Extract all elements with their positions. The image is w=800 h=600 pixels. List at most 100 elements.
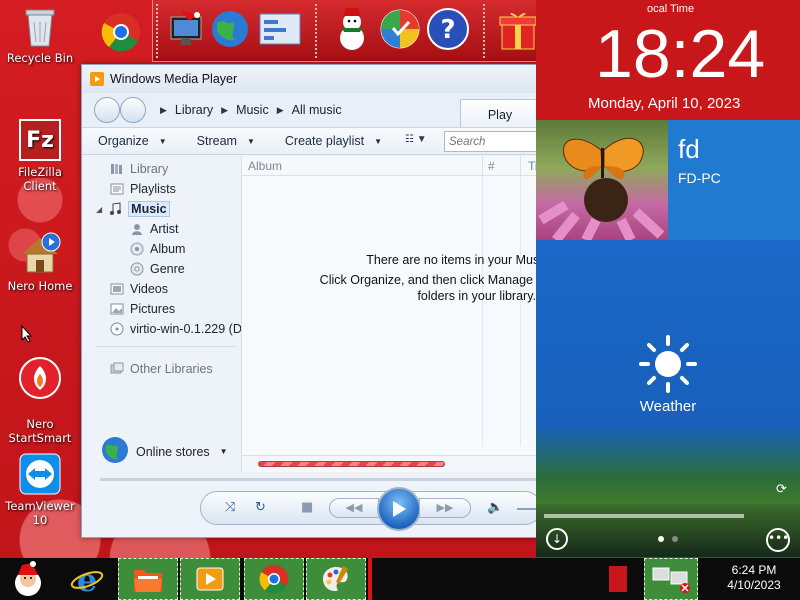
clock-time: 6:24 PM (731, 563, 777, 577)
search-input[interactable] (444, 131, 544, 152)
create-playlist-button[interactable]: Create playlist ▼ (269, 134, 396, 148)
taskbar-clock[interactable]: 6:24 PM 4/10/2023 (714, 563, 794, 593)
forward-button[interactable] (120, 97, 146, 123)
desktop-icon-nero-startsmart[interactable]: Nero StartSmart (1, 342, 79, 459)
organize-label: Organize (98, 134, 149, 148)
taskbar-separator (368, 558, 372, 600)
breadcrumb-library[interactable]: Library (175, 103, 213, 117)
play-icon (393, 501, 406, 517)
nav-item-videos[interactable]: Videos (110, 280, 168, 298)
desktop-icon-recycle-bin[interactable]: Recycle Bin (1, 4, 79, 65)
shuffle-icon[interactable]: ⤨ (225, 500, 235, 515)
nav-item-music[interactable]: ◢ Music (96, 200, 170, 218)
butterfly-image (538, 137, 665, 240)
start-button[interactable] (0, 558, 56, 600)
gift-icon[interactable] (495, 6, 541, 52)
desktop-icon-nero-home[interactable]: Nero Home (1, 232, 79, 293)
weather-tile[interactable]: Weather ⟳ (536, 240, 800, 504)
nav-label: Artist (150, 222, 179, 236)
user-tile[interactable]: fd FD-PC (668, 120, 800, 240)
back-button[interactable] (94, 97, 120, 123)
panel-scroll-indicator (544, 514, 744, 518)
breadcrumb-music[interactable]: Music (236, 103, 269, 117)
desktop-icon-teamviewer[interactable]: TeamViewer 10 (1, 452, 79, 527)
media-player-button[interactable] (180, 558, 240, 600)
snowman-icon[interactable] (329, 6, 375, 52)
teamviewer-icon (18, 452, 62, 496)
wmp-toolbar: Organize ▼ Stream ▼ Create playlist ▼ ☷ ▼ (82, 127, 544, 155)
breadcrumb-all-music[interactable]: All music (292, 103, 342, 117)
wmp-window: Windows Media Player ▶ Library ▶ Music ▶… (81, 64, 544, 538)
nav-item-other-libraries[interactable]: Other Libraries (110, 360, 213, 378)
svg-text:?: ? (440, 15, 455, 45)
nav-label: Pictures (130, 302, 176, 316)
tab-play[interactable]: Play (460, 99, 540, 129)
wmp-title-bar[interactable]: Windows Media Player (82, 65, 540, 93)
network-tray-button[interactable] (644, 558, 698, 600)
nav-item-device[interactable]: virtio-win-0.1.229 (D (110, 320, 242, 338)
control-panel-icon[interactable] (257, 6, 303, 52)
nav-item-album[interactable]: Album (130, 240, 185, 258)
santa-start-icon (15, 561, 41, 596)
windows-update-icon[interactable] (377, 6, 423, 52)
desktop-icon-label: TeamViewer 10 (5, 499, 75, 527)
download-icon[interactable]: ↓ (546, 528, 568, 550)
repeat-icon[interactable]: ↻ (255, 500, 266, 515)
internet-explorer-icon: e (70, 562, 104, 596)
view-options-button[interactable]: ☷ ▼ (405, 134, 427, 145)
nav-item-library[interactable]: Library (110, 160, 168, 178)
filezilla-icon: Fz (18, 118, 62, 162)
expand-arrow-icon: ◢ (96, 204, 103, 214)
nav-item-genre[interactable]: Genre (130, 260, 185, 278)
disc-icon (110, 322, 124, 336)
paint-button[interactable] (306, 558, 366, 600)
stream-label: Stream (196, 134, 237, 148)
genre-icon (130, 262, 144, 276)
organize-button[interactable]: Organize ▼ (82, 134, 181, 148)
recycle-bin-icon (18, 4, 62, 48)
dock-separator (483, 4, 485, 58)
nav-label: Music (128, 201, 170, 217)
page-dot[interactable] (672, 536, 678, 542)
column-line (482, 176, 483, 446)
play-button[interactable] (377, 487, 421, 531)
tray-item[interactable] (606, 558, 630, 600)
column-divider (482, 156, 483, 176)
nero-startsmart-icon (18, 356, 62, 400)
refresh-icon[interactable]: ⟳ (776, 482, 787, 497)
empty-message-line: There are no items in your Musi (366, 253, 542, 267)
stream-button[interactable]: Stream ▼ (181, 134, 269, 148)
more-options-icon[interactable]: ••• (766, 528, 790, 552)
desktop-icon-label: Recycle Bin (6, 51, 74, 65)
nav-label: Genre (150, 262, 185, 276)
seek-bar[interactable] (100, 478, 540, 481)
empty-library-message: There are no items in your Musi Click Or… (302, 252, 542, 304)
column-album[interactable]: Album (248, 159, 282, 173)
nav-item-playlists[interactable]: Playlists (110, 180, 176, 198)
playlist-icon (110, 182, 124, 196)
next-button[interactable]: ▶▶ (419, 498, 471, 518)
column-number[interactable]: # (488, 159, 495, 173)
file-explorer-button[interactable] (118, 558, 178, 600)
online-stores-button[interactable]: Online stores ▼ (100, 435, 228, 468)
previous-button[interactable]: ◀◀ (329, 498, 379, 518)
butterfly-photo-tile[interactable] (536, 120, 668, 240)
help-icon[interactable]: ? (425, 6, 471, 52)
wmp-body: Library Playlists ◢ Music Artist Album G… (82, 156, 542, 472)
globe-icon[interactable] (207, 6, 253, 52)
album-icon (130, 242, 144, 256)
video-icon (110, 282, 124, 296)
internet-explorer-button[interactable]: e (58, 558, 116, 600)
panel-bottom-bar: ↓ ••• (536, 504, 800, 557)
desktop-icon-chrome[interactable] (82, 10, 160, 57)
stop-icon[interactable]: ■ (301, 500, 313, 515)
christmas-computer-icon[interactable] (165, 6, 211, 52)
desktop-icon-label: Nero Home (7, 279, 73, 293)
progress-bar (258, 461, 445, 467)
desktop-icon-filezilla[interactable]: Fz FileZilla Client (1, 118, 79, 193)
volume-icon[interactable]: 🔈 (487, 500, 503, 515)
page-dot-active[interactable] (658, 536, 664, 542)
nav-item-artist[interactable]: Artist (130, 220, 178, 238)
nav-item-pictures[interactable]: Pictures (110, 300, 175, 318)
chrome-button[interactable] (244, 558, 304, 600)
